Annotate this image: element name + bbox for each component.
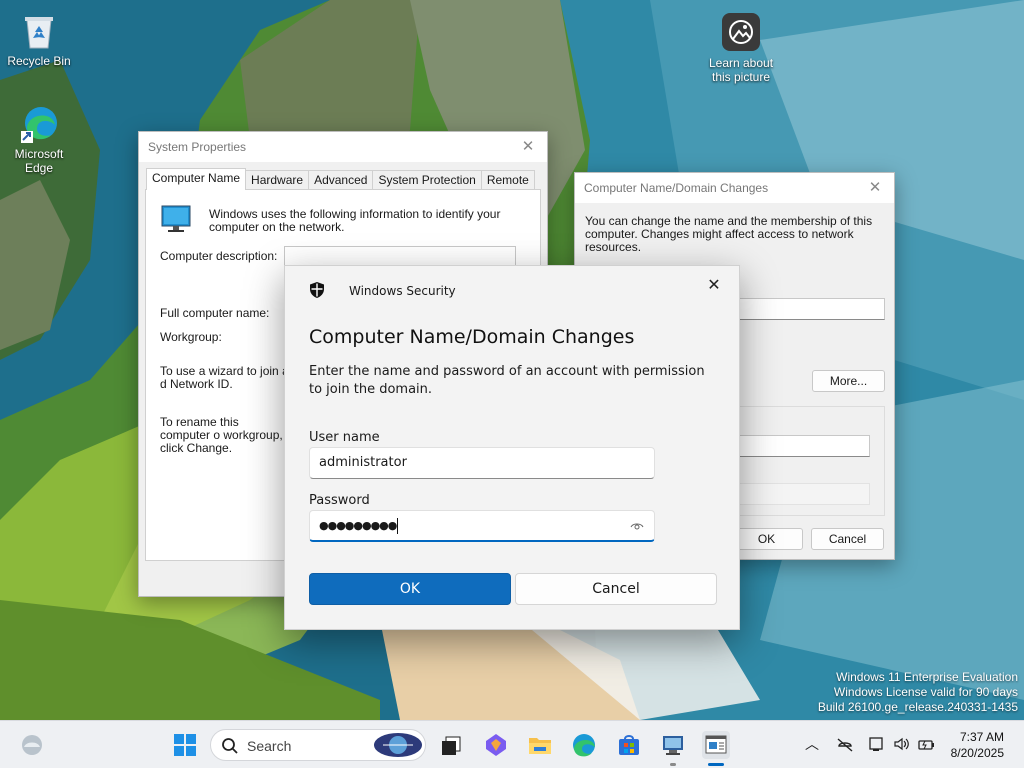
password-mask: ●●●●●●●●●: [319, 519, 397, 532]
reveal-password-icon[interactable]: [630, 519, 644, 533]
tab-advanced[interactable]: Advanced: [308, 170, 374, 190]
learn-about-picture-label: Learn about this picture: [708, 56, 774, 84]
clock-time: 7:37 AM: [959, 730, 1004, 744]
running-indicator: [670, 763, 676, 766]
widgets-icon[interactable]: [18, 731, 46, 759]
cancel-button[interactable]: Cancel: [811, 528, 884, 550]
cancel-button[interactable]: Cancel: [515, 573, 717, 605]
search-icon: [222, 738, 238, 754]
system-properties-titlebar: System Properties: [139, 132, 547, 162]
ok-button[interactable]: OK: [309, 573, 511, 605]
taskbar: Search ︿ 7:37 AM 8/20/2025: [0, 720, 1024, 768]
close-icon[interactable]: ✕: [703, 274, 725, 296]
watermark-edition: Windows 11 Enterprise Evaluation: [836, 670, 1018, 684]
username-field[interactable]: administrator: [309, 447, 655, 479]
tab-system-protection[interactable]: System Protection: [372, 170, 482, 190]
device-icon[interactable]: [867, 735, 885, 753]
tab-computer-name[interactable]: Computer Name: [146, 168, 247, 190]
remote-desktop-icon[interactable]: [659, 731, 687, 759]
clock[interactable]: 7:37 AM 8/20/2025: [951, 729, 1004, 761]
learn-about-picture-desktop-icon[interactable]: Learn about this picture: [703, 12, 779, 84]
camera-info-icon: [722, 13, 760, 51]
password-label: Password: [309, 493, 370, 508]
file-explorer-icon[interactable]: [526, 731, 554, 759]
recycle-bin-icon: [25, 17, 53, 49]
chevron-up-icon[interactable]: ︿: [803, 735, 821, 753]
system-properties-tabs: Computer Name Hardware Advanced System P…: [146, 168, 535, 190]
shield-icon: [310, 282, 324, 298]
text-caret: [397, 517, 399, 534]
domain-changes-title: Computer Name/Domain Changes: [584, 181, 769, 195]
search-placeholder: Search: [247, 738, 292, 754]
windows-security-dialog: Windows Security ✕ Computer Name/Domain …: [284, 265, 740, 630]
close-icon[interactable]: ✕: [866, 179, 884, 197]
watermark-license: Windows License valid for 90 days: [833, 685, 1018, 699]
tab-hardware[interactable]: Hardware: [245, 170, 310, 190]
username-value: administrator: [319, 455, 407, 470]
username-label: User name: [309, 430, 380, 445]
system-properties-icon[interactable]: [702, 731, 730, 759]
microsoft-edge-desktop-icon[interactable]: Microsoft Edge: [1, 103, 77, 175]
monitor-icon: [161, 205, 191, 232]
search-highlight-icon: [374, 733, 422, 757]
security-dialog-title: Computer Name/Domain Changes: [309, 326, 635, 348]
store-icon[interactable]: [615, 731, 643, 759]
more-button[interactable]: More...: [812, 370, 885, 392]
domain-changes-intro: You can change the name and the membersh…: [585, 214, 873, 254]
full-computer-name-label: Full computer name:: [160, 306, 270, 320]
password-field[interactable]: ●●●●●●●●●: [309, 510, 655, 542]
start-icon[interactable]: [171, 731, 199, 759]
edge-icon[interactable]: [570, 731, 598, 759]
workgroup-label: Workgroup:: [160, 330, 222, 344]
network-id-text: To use a wizard to join a d Network ID.: [160, 364, 289, 391]
close-icon[interactable]: ✕: [519, 138, 537, 156]
search-box[interactable]: Search: [210, 729, 426, 761]
evaluation-watermark: Windows 11 Enterprise Evaluation Windows…: [818, 670, 1018, 715]
network-offline-icon[interactable]: [836, 735, 854, 753]
system-properties-intro: Windows uses the following information t…: [209, 207, 501, 234]
volume-icon[interactable]: [892, 735, 910, 753]
task-view-icon[interactable]: [437, 731, 465, 759]
clock-date: 8/20/2025: [950, 746, 1004, 760]
active-indicator: [708, 763, 724, 766]
system-properties-title: System Properties: [148, 140, 247, 154]
security-dialog-description: Enter the name and password of an accoun…: [309, 364, 705, 397]
edge-icon: [21, 107, 57, 143]
computer-description-input[interactable]: [284, 246, 516, 266]
computer-description-label: Computer description:: [160, 249, 278, 263]
ok-button[interactable]: OK: [730, 528, 803, 550]
copilot-icon[interactable]: [482, 731, 510, 759]
recycle-bin-label: Recycle Bin: [7, 54, 71, 68]
tab-remote[interactable]: Remote: [480, 170, 535, 190]
microsoft-edge-label: Microsoft Edge: [14, 147, 64, 175]
rename-text: To rename this computer o workgroup, cli…: [160, 415, 283, 455]
battery-icon[interactable]: [917, 735, 935, 753]
recycle-bin-desktop-icon[interactable]: Recycle Bin: [1, 10, 77, 68]
watermark-build: Build 26100.ge_release.240331-1435: [817, 700, 1018, 714]
domain-changes-titlebar: Computer Name/Domain Changes: [575, 173, 894, 203]
security-dialog-header: Windows Security: [349, 284, 456, 298]
